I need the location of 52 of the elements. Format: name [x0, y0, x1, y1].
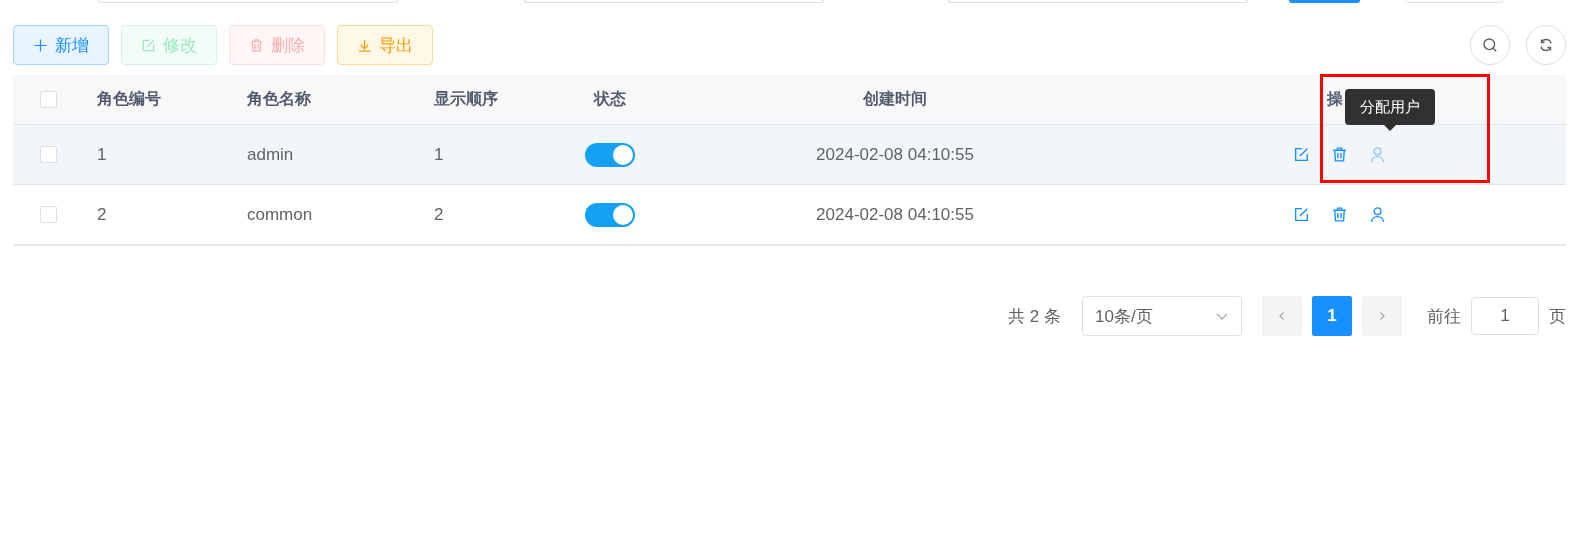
tooltip: 分配用户: [1345, 89, 1435, 125]
edit-icon[interactable]: [1293, 146, 1310, 163]
refresh-icon: [1538, 37, 1554, 53]
user-icon[interactable]: [1369, 146, 1386, 163]
column-header: 状态: [594, 89, 626, 109]
column-header: 角色编号: [97, 89, 161, 109]
input-field[interactable]: [524, 0, 824, 3]
page-size-select[interactable]: 10条/页: [1082, 296, 1242, 336]
goto-label: 前往: [1427, 305, 1461, 328]
next-page-button[interactable]: [1362, 296, 1402, 336]
page-input[interactable]: 1: [1471, 297, 1539, 335]
page-button[interactable]: 1: [1312, 296, 1352, 336]
table-row[interactable]: 2 common 2 2024-02-08 04:10:55: [13, 185, 1566, 245]
reset-button[interactable]: [1405, 0, 1503, 3]
table-cell: admin: [247, 144, 294, 165]
user-icon[interactable]: [1369, 206, 1386, 223]
download-icon: [357, 37, 372, 53]
input-field[interactable]: [98, 0, 398, 3]
delete-icon[interactable]: [1331, 206, 1348, 223]
previous-page-button[interactable]: [1262, 296, 1302, 336]
page-suffix: 页: [1549, 305, 1566, 328]
edit-icon[interactable]: [1293, 206, 1310, 223]
total-count: 共 2 条: [1008, 305, 1061, 328]
table-cell: 1: [97, 144, 107, 165]
column-header: 角色名称: [247, 89, 311, 109]
edit-icon: [141, 37, 156, 53]
search-icon: [1482, 37, 1498, 53]
column-header: 操: [1327, 89, 1343, 109]
table-cell: 2: [97, 204, 107, 225]
table-cell: 2: [434, 204, 444, 225]
toolbar-button[interactable]: 导出: [337, 25, 433, 65]
chevron-right-icon: [1377, 311, 1387, 321]
trash-icon: [249, 37, 264, 53]
input-field[interactable]: [948, 0, 1248, 3]
tooltip-arrow: [1384, 125, 1396, 131]
checkbox[interactable]: [39, 91, 57, 108]
column-header: 显示顺序: [434, 89, 498, 109]
checkbox[interactable]: [39, 146, 57, 163]
table-cell: common: [247, 204, 313, 225]
table-row[interactable]: 1 admin 1 2024-02-08 04:10:55: [13, 125, 1566, 185]
chevron-left-icon: [1277, 311, 1287, 321]
status-switch[interactable]: [585, 142, 635, 167]
table-cell: 2024-02-08 04:10:55: [816, 204, 974, 225]
status-switch[interactable]: [585, 202, 635, 227]
checkbox[interactable]: [39, 206, 57, 223]
table-cell: 2024-02-08 04:10:55: [816, 144, 974, 165]
delete-icon[interactable]: [1331, 146, 1348, 163]
refresh-button[interactable]: [1526, 25, 1566, 65]
plus-icon: [33, 37, 48, 53]
table-cell: 1: [434, 144, 444, 165]
column-header: 创建时间: [863, 89, 927, 109]
toolbar-button[interactable]: 新增: [13, 25, 109, 65]
